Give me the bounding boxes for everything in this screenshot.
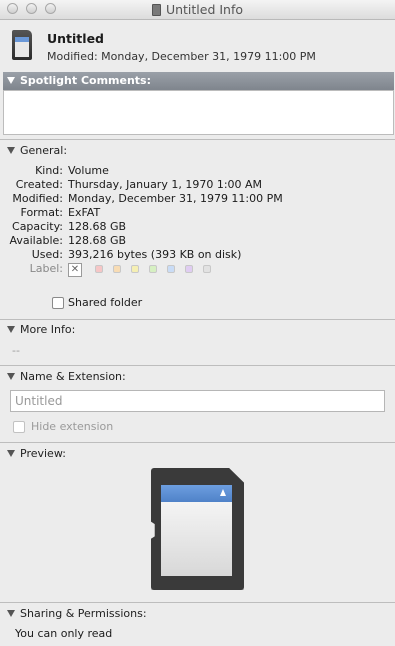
name-field[interactable]: Untitled	[10, 390, 385, 412]
title-bar: Untitled Info	[0, 0, 395, 20]
row-key: Used:	[31, 248, 63, 261]
row-value: ExFAT	[68, 206, 101, 219]
row-key: Created:	[15, 178, 63, 191]
sharing-label: Sharing & Permissions:	[20, 607, 147, 620]
label-color-gray[interactable]	[203, 265, 211, 273]
divider	[0, 319, 395, 320]
more-info-value: --	[12, 344, 20, 357]
spotlight-label-text: Spotlight Comments:	[20, 74, 151, 87]
hide-extension-label: Hide extension	[31, 420, 114, 433]
row-key: Format:	[20, 206, 63, 219]
shared-folder-checkbox[interactable]	[52, 297, 64, 309]
row-key: Capacity:	[12, 220, 63, 233]
window-title-text: Untitled Info	[165, 2, 244, 17]
sharing-status: You can only read	[15, 627, 113, 640]
spotlight-label: Spotlight Comments:	[7, 74, 151, 87]
row-key: Kind:	[35, 164, 63, 177]
row-key: Modified:	[12, 192, 63, 205]
disclosure-triangle-icon	[7, 147, 15, 154]
divider	[0, 442, 395, 443]
disclosure-triangle-icon	[7, 610, 15, 617]
label-color-yellow[interactable]	[131, 265, 139, 273]
window-title: Untitled Info	[0, 2, 395, 17]
name-extension-header[interactable]: Name & Extension:	[7, 370, 126, 383]
general-header[interactable]: General:	[7, 144, 67, 157]
label-color-orange[interactable]	[113, 265, 121, 273]
more-info-header[interactable]: More Info:	[7, 323, 75, 336]
preview-header[interactable]: Preview:	[7, 447, 66, 460]
divider	[0, 602, 395, 603]
sd-card-band	[161, 485, 232, 502]
hide-extension-checkbox[interactable]	[13, 421, 25, 433]
volume-icon	[12, 30, 32, 60]
row-key: Available:	[9, 234, 64, 247]
disclosure-triangle-icon	[7, 373, 15, 380]
row-value: Thursday, January 1, 1970 1:00 AM	[68, 178, 263, 191]
label-color-blue[interactable]	[167, 265, 175, 273]
disclosure-triangle-icon	[7, 77, 15, 84]
row-value: 128.68 GB	[68, 234, 127, 247]
name-extension-label: Name & Extension:	[20, 370, 126, 383]
label-key: Label:	[29, 262, 63, 275]
more-info-label: More Info:	[20, 323, 76, 336]
label-color-red[interactable]	[95, 265, 103, 273]
disclosure-triangle-icon	[7, 450, 15, 457]
label-color-green[interactable]	[149, 265, 157, 273]
spotlight-header[interactable]: Spotlight Comments:	[3, 72, 394, 90]
item-modified: Modified: Monday, December 31, 1979 11:0…	[47, 50, 316, 63]
sharing-header[interactable]: Sharing & Permissions:	[7, 607, 147, 620]
preview-label: Preview:	[20, 447, 66, 460]
label-none-button[interactable]: ✕	[68, 263, 82, 277]
eject-arrow-icon	[220, 489, 226, 496]
sd-card-face	[161, 502, 232, 576]
item-name: Untitled	[47, 31, 104, 46]
disclosure-triangle-icon	[7, 326, 15, 333]
row-value: Volume	[68, 164, 109, 177]
row-value: 128.68 GB	[68, 220, 127, 233]
general-label: General:	[20, 144, 68, 157]
sd-card-preview-icon	[151, 468, 244, 590]
row-value: 393,216 bytes (393 KB on disk)	[68, 248, 242, 261]
label-color-purple[interactable]	[185, 265, 193, 273]
shared-folder-label: Shared folder	[68, 296, 143, 309]
divider	[0, 365, 395, 366]
spotlight-comments-field[interactable]	[3, 90, 394, 135]
divider	[0, 139, 395, 140]
sd-card-icon	[151, 4, 161, 16]
row-value: Monday, December 31, 1979 11:00 PM	[68, 192, 283, 205]
